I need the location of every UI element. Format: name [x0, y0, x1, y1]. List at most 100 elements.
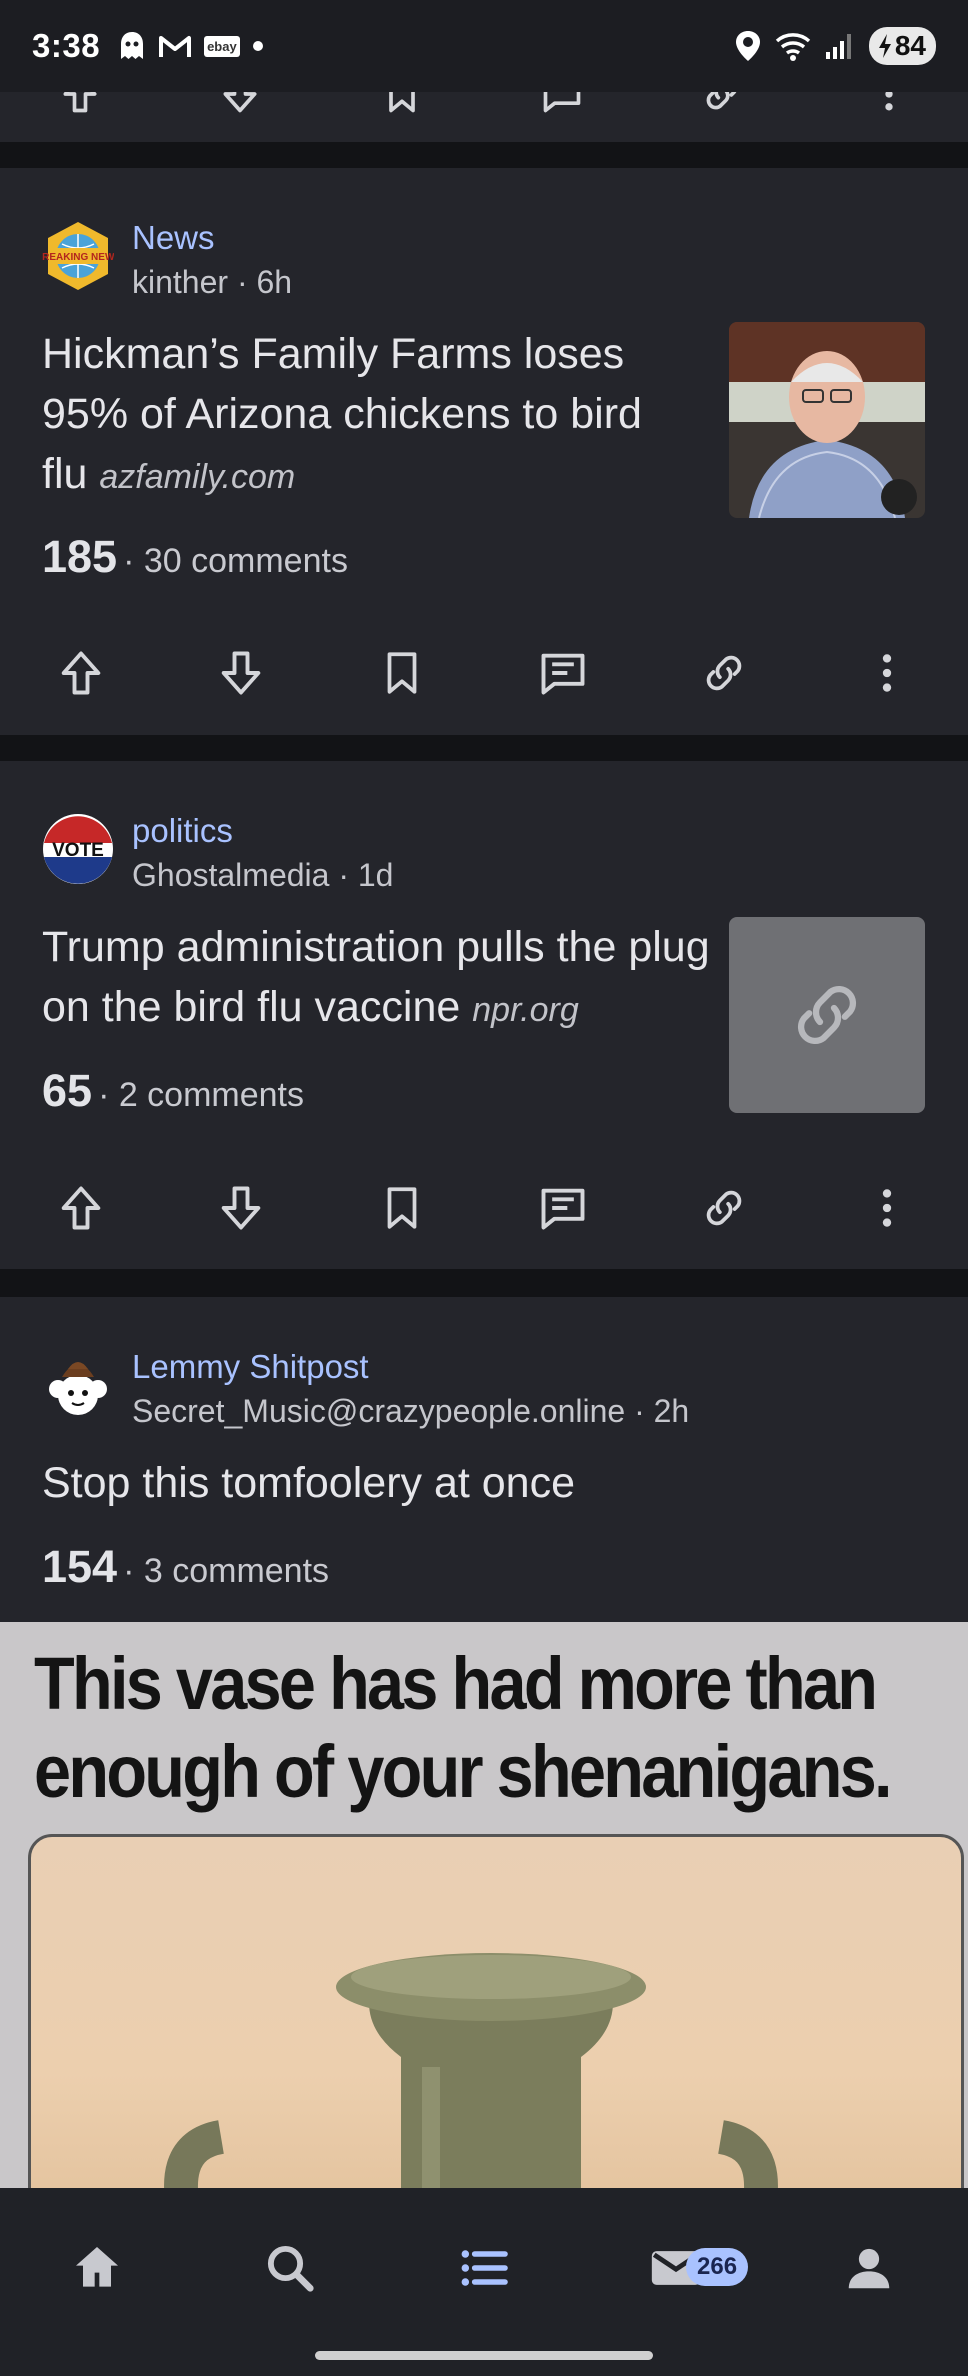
post-title-text[interactable]: Stop this tomfoolery at once	[42, 1459, 575, 1507]
list-icon[interactable]	[456, 2240, 512, 2296]
inbox-badge: 266	[686, 2248, 749, 2286]
bookmark-icon[interactable]	[377, 1183, 427, 1233]
downvote-button[interactable]	[196, 628, 286, 718]
post-card[interactable]: Lemmy Shitpost Secret_Music@crazypeople.…	[0, 1297, 968, 1622]
vase-illustration	[164, 1953, 778, 2188]
post-actions	[0, 1163, 968, 1253]
news-community-avatar[interactable]: BREAKING NEWS	[42, 220, 114, 292]
community-name[interactable]: News	[132, 216, 292, 260]
community-name[interactable]: politics	[132, 809, 393, 853]
community-name[interactable]: Lemmy Shitpost	[132, 1345, 689, 1389]
status-system-icons: 84	[735, 27, 936, 65]
copy-link-button[interactable]	[679, 628, 769, 718]
image-caption-line: enough of your shenanigans.	[34, 1730, 893, 1813]
gmail-icon	[159, 36, 192, 57]
battery-level: 84	[894, 30, 926, 61]
avatar-label: VOTE	[52, 840, 104, 861]
post-header: Lemmy Shitpost Secret_Music@crazypeople.…	[42, 1348, 689, 1433]
post-card[interactable]: BREAKING NEWS News kinther · 6h Hickman’…	[0, 168, 968, 735]
reply-button[interactable]	[518, 1163, 608, 1253]
post-stats: 185 · 30 comments	[42, 531, 348, 583]
link-thumbnail[interactable]	[729, 917, 925, 1113]
save-button[interactable]	[357, 1163, 447, 1253]
post-comment-count[interactable]: · 2 comments	[98, 1076, 304, 1115]
search-icon[interactable]	[263, 2241, 317, 2295]
previous-post-actions	[0, 92, 968, 142]
person-icon[interactable]	[842, 2241, 896, 2295]
comment-icon[interactable]	[537, 1182, 589, 1234]
thumbnail-photo[interactable]	[729, 322, 925, 518]
more-options-button[interactable]	[842, 1163, 932, 1253]
bottom-navigation: 266	[0, 2188, 968, 2376]
reply-button[interactable]	[518, 628, 608, 718]
vase-photo	[28, 1834, 964, 2188]
post-header: BREAKING NEWS News kinther · 6h	[42, 219, 292, 304]
downvote-button[interactable]	[196, 1163, 286, 1253]
post-title-text[interactable]: Trump administration pulls the plug on t…	[42, 923, 710, 1031]
copy-link-button[interactable]	[679, 1163, 769, 1253]
post-stats: 65 · 2 comments	[42, 1065, 304, 1117]
post-separator	[0, 142, 968, 168]
comment-icon[interactable]	[540, 92, 584, 116]
nav-feed[interactable]	[442, 2226, 526, 2310]
upvote-button[interactable]	[36, 628, 126, 718]
more-options-button[interactable]	[842, 628, 932, 718]
upvote-icon[interactable]	[55, 1182, 107, 1234]
charging-icon	[878, 34, 891, 58]
link-icon[interactable]	[699, 648, 749, 698]
nav-profile[interactable]	[827, 2226, 911, 2310]
more-icon[interactable]	[872, 648, 902, 698]
location-icon	[735, 31, 760, 61]
image-caption: This vase has had more than enough of yo…	[34, 1640, 893, 1816]
post-title[interactable]: Hickman’s Family Farms loses 95% of Ariz…	[42, 324, 682, 507]
post-meta[interactable]: Ghostalmedia · 1d	[132, 853, 393, 897]
post-header: VOTE politics Ghostalmedia · 1d	[42, 812, 393, 897]
post-title[interactable]: Trump administration pulls the plug on t…	[42, 917, 722, 1040]
post-thumbnail[interactable]	[729, 322, 925, 518]
more-icon[interactable]	[874, 92, 904, 116]
comment-icon[interactable]	[537, 647, 589, 699]
post-actions	[0, 628, 968, 718]
post-stats: 154 · 3 comments	[42, 1541, 329, 1593]
post-image[interactable]: This vase has had more than enough of yo…	[0, 1622, 968, 2188]
home-indicator[interactable]	[315, 2351, 653, 2360]
post-separator	[0, 735, 968, 761]
downvote-icon[interactable]	[215, 1182, 267, 1234]
post-score: 154	[42, 1541, 118, 1592]
post-domain[interactable]: npr.org	[472, 991, 578, 1029]
status-time: 3:38	[32, 27, 101, 64]
link-icon[interactable]	[785, 973, 869, 1057]
image-caption-line: This vase has had more than	[34, 1642, 878, 1725]
wifi-icon	[775, 33, 811, 61]
upvote-button[interactable]	[36, 1163, 126, 1253]
post-title[interactable]: Stop this tomfoolery at once	[42, 1453, 922, 1513]
nav-home[interactable]	[55, 2226, 139, 2310]
bookmark-icon[interactable]	[380, 92, 424, 116]
post-meta[interactable]: kinther · 6h	[132, 260, 292, 304]
upvote-icon[interactable]	[58, 92, 102, 116]
signal-icon	[825, 34, 851, 59]
link-icon[interactable]	[699, 1183, 749, 1233]
downvote-icon[interactable]	[215, 647, 267, 699]
bookmark-icon[interactable]	[377, 648, 427, 698]
home-icon[interactable]	[69, 2240, 125, 2296]
link-icon[interactable]	[700, 92, 744, 116]
more-icon[interactable]	[872, 1183, 902, 1233]
post-domain[interactable]: azfamily.com	[99, 458, 295, 496]
nav-search[interactable]	[248, 2226, 332, 2310]
status-notification-icons: ebay	[118, 31, 264, 61]
politics-community-avatar[interactable]: VOTE	[42, 813, 114, 885]
downvote-icon[interactable]	[218, 92, 262, 116]
save-button[interactable]	[357, 628, 447, 718]
post-meta[interactable]: Secret_Music@crazypeople.online · 2h	[132, 1389, 689, 1433]
battery-indicator: 84	[868, 27, 936, 65]
post-separator	[0, 1269, 968, 1297]
post-card[interactable]: VOTE politics Ghostalmedia · 1d Trump ad…	[0, 761, 968, 1269]
lemmy-shitpost-community-avatar[interactable]	[42, 1349, 114, 1421]
post-comment-count[interactable]: · 3 comments	[123, 1552, 329, 1591]
post-comment-count[interactable]: · 30 comments	[123, 542, 348, 581]
post-score: 185	[42, 531, 118, 582]
upvote-icon[interactable]	[55, 647, 107, 699]
status-bar: 3:38 ebay 84	[0, 0, 968, 92]
ebay-icon: ebay	[204, 35, 240, 57]
